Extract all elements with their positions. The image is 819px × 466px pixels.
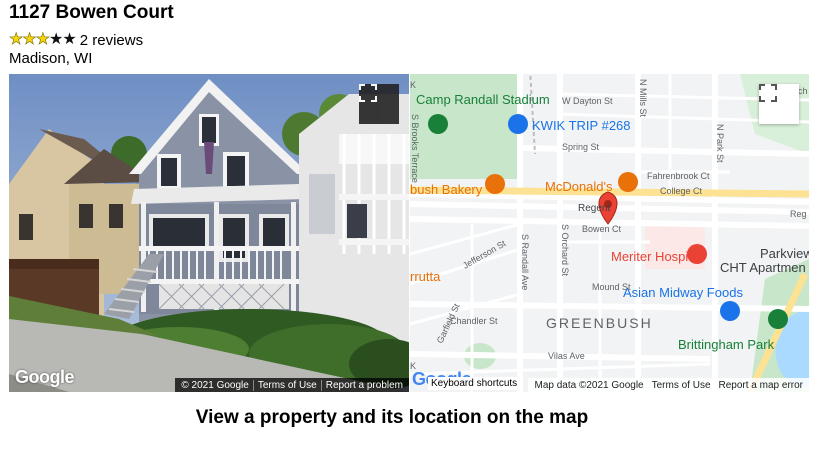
map-label-asian-midway: Asian Midway Foods: [623, 285, 743, 300]
map-label-greenbush: GREENBUSH: [546, 315, 653, 331]
streetview-fullscreen-button[interactable]: [359, 84, 399, 124]
map-label-regent-right: Reg: [790, 209, 807, 219]
report-map-error-link[interactable]: Report a map error: [715, 380, 807, 391]
map-label-ch: ch: [798, 86, 808, 96]
star-empty-icon: ★: [49, 31, 63, 48]
caption: View a property and its location on the …: [195, 407, 589, 428]
map-label-s-brooks: S Brooks Terrace: [410, 114, 420, 183]
map-label-spring: Spring St: [562, 142, 600, 152]
map-label-mcdonalds: McDonald's: [545, 179, 613, 194]
map-label-college: College Ct: [660, 186, 703, 196]
star-filled-icon: ★: [9, 31, 24, 48]
map-data-text: Map data ©2021 Google: [534, 379, 644, 391]
rating-row: ★ ★ ★ ★ ★ 2 reviews: [9, 30, 143, 50]
map-label-mound: Mound St: [592, 282, 631, 292]
map-label-parkview: Parkview: [760, 246, 809, 261]
property-title: 1127 Bowen Court: [9, 2, 174, 23]
map-label-w-dayton: W Dayton St: [562, 96, 613, 106]
fullscreen-icon: [359, 84, 377, 102]
map-label-trutta: rrutta: [410, 269, 441, 284]
map-fullscreen-button[interactable]: [759, 84, 799, 124]
map-label-brittingham: Brittingham Park: [678, 337, 775, 352]
map-label-n-mills: N Mills St: [638, 79, 648, 117]
map-canvas: Camp Randall Stadium KWIK TRIP #268 bush…: [410, 74, 809, 392]
copyright-text: © 2021 Google: [181, 379, 249, 391]
keyboard-shortcuts-button[interactable]: Keyboard shortcuts: [428, 377, 521, 390]
terms-link[interactable]: Terms of Use: [648, 380, 715, 391]
star-filled-icon: ★: [35, 31, 50, 48]
map-label-bowen: Bowen Ct: [582, 224, 622, 234]
reviews-link[interactable]: 2 reviews: [80, 32, 143, 49]
terms-link[interactable]: Terms of Use: [252, 379, 321, 391]
map-label-regent: Regent: [578, 203, 610, 214]
map-label-fahrenbrook: Fahrenbrook Ct: [647, 171, 710, 181]
map-label-vilas: Vilas Ave: [548, 351, 585, 361]
map-panel[interactable]: Camp Randall Stadium KWIK TRIP #268 bush…: [410, 74, 809, 392]
star-filled-icon: ★: [22, 31, 37, 48]
map-label-camp-randall: Camp Randall Stadium: [416, 92, 550, 107]
report-problem-link[interactable]: Report a problem: [320, 379, 407, 391]
map-label-cht: CHT Apartmen: [720, 260, 806, 275]
google-logo: Google: [15, 367, 75, 387]
map-label-chandler: Chandler St: [450, 316, 498, 326]
map-label-s-orchard: S Orchard St: [560, 224, 570, 277]
street-view-image: [9, 74, 409, 392]
street-view-panel[interactable]: Google © 2021 Google Terms of Use Report…: [9, 74, 409, 392]
map-label-k-top: K: [410, 80, 416, 90]
star-empty-icon: ★: [62, 31, 76, 48]
map-attribution: Map data ©2021 Google Terms of Use Repor…: [528, 378, 809, 392]
streetview-attribution: © 2021 Google Terms of Use Report a prob…: [175, 378, 409, 392]
map-label-n-park: N Park St: [715, 124, 725, 163]
star-rating: ★ ★ ★ ★ ★: [9, 31, 77, 48]
map-label-bakery: bush Bakery: [410, 182, 483, 197]
fullscreen-icon: [759, 84, 777, 102]
map-label-kwik-trip: KWIK TRIP #268: [532, 118, 631, 133]
property-city: Madison, WI: [9, 50, 93, 67]
map-label-meriter: Meriter Hospital: [611, 249, 702, 264]
map-label-s-randall: S Randall Ave: [520, 234, 530, 290]
